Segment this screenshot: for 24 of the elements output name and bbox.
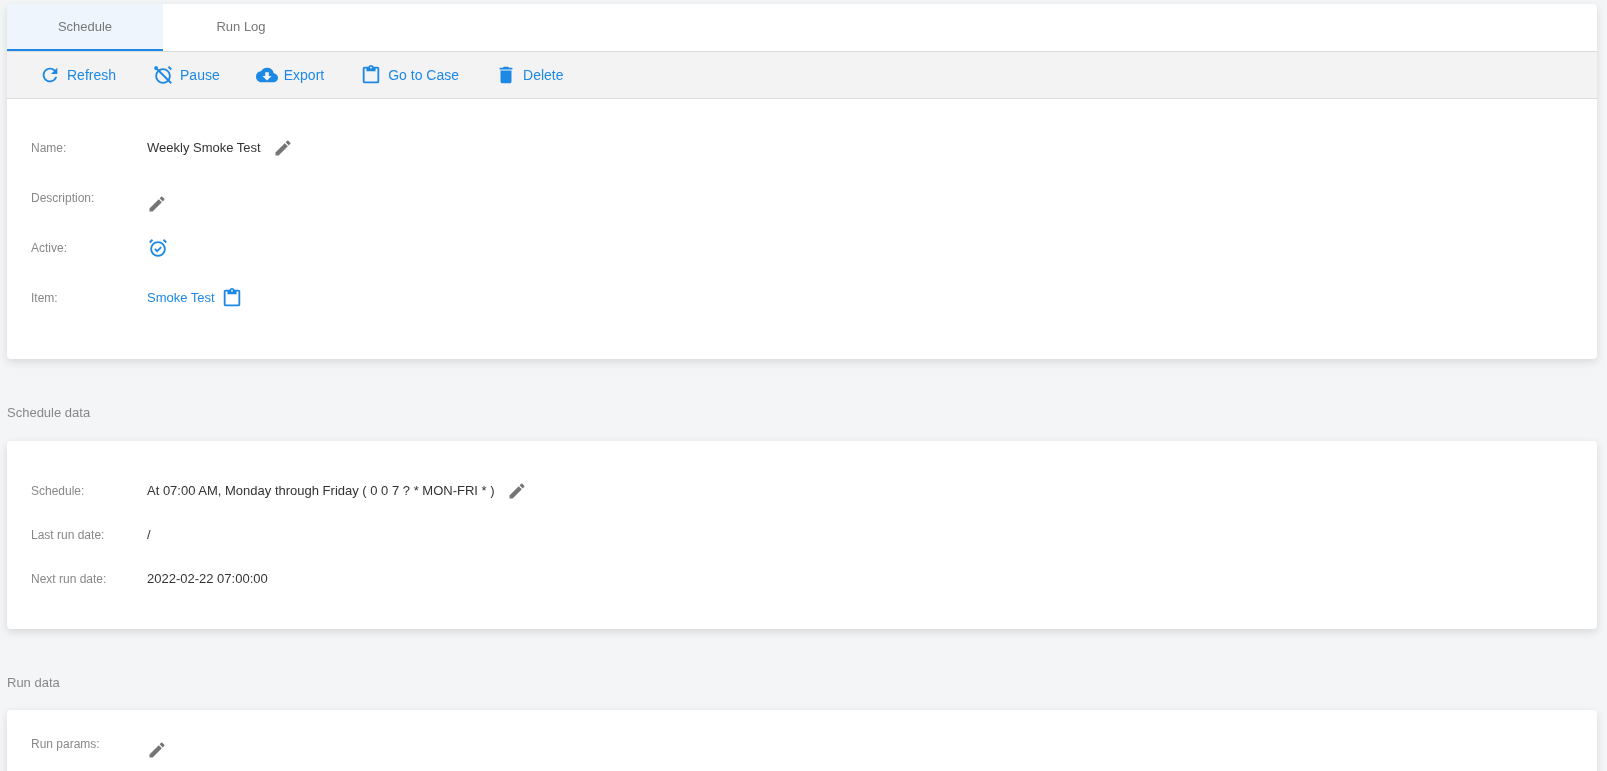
field-value: Weekly Smoke Test (147, 139, 261, 158)
field-value: At 07:00 AM, Monday through Friday ( 0 0 7 ? * MON-FRI * ) (147, 481, 495, 500)
toolbar-button[interactable]: Refresh (39, 64, 117, 86)
tab[interactable]: Schedule (7, 4, 163, 51)
section-title: Schedule data (7, 404, 92, 422)
toolbar-button[interactable]: Go to Case (360, 64, 460, 86)
toolbar-button[interactable]: Delete (495, 64, 564, 86)
field-label: Name: (31, 140, 68, 157)
edit-icon[interactable] (147, 740, 167, 760)
field-label: Description: (31, 190, 96, 207)
field-label: Item: (31, 290, 59, 307)
edit-icon[interactable] (147, 194, 167, 214)
field-label: Last run date: (31, 526, 106, 544)
toolbar-button[interactable]: Export (255, 64, 325, 86)
field-label: Schedule: (31, 482, 86, 500)
field-value: 2022-02-22 07:00:00 (147, 569, 268, 588)
field-value: / (147, 525, 151, 544)
field-label: Next run date: (31, 570, 108, 588)
crossed-alarm-clock-icon (152, 64, 175, 86)
field-label: Run params: (31, 736, 101, 753)
field-label: Active: (31, 240, 68, 257)
toolbar-button[interactable]: Pause (152, 64, 220, 86)
section-title: Run data (7, 673, 61, 692)
item-link[interactable]: Smoke Test (147, 288, 215, 308)
